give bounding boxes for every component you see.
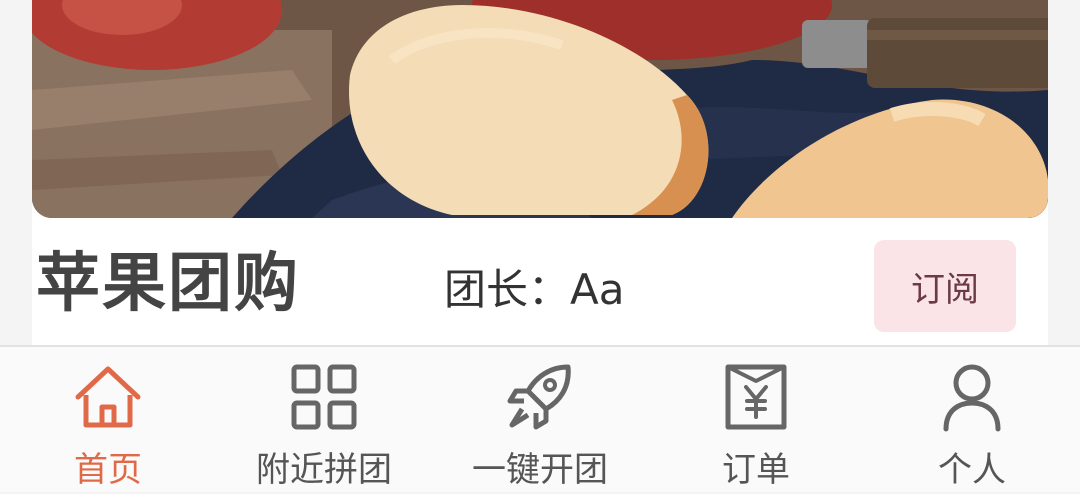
group-leader: 团长：Aa <box>444 265 625 314</box>
tab-orders[interactable]: 订单 <box>648 347 864 494</box>
group-title: 苹果团购 <box>36 247 300 321</box>
person-icon <box>943 364 1001 432</box>
tab-label: 附近拼团 <box>256 450 392 490</box>
tab-label: 首页 <box>74 450 142 490</box>
group-card: 苹果团购 团长：Aa 订阅 <box>32 0 1048 345</box>
subscribe-button[interactable]: 订阅 <box>874 240 1016 332</box>
grid-icon <box>291 364 357 430</box>
receipt-icon <box>725 364 787 430</box>
tab-nearby[interactable]: 附近拼团 <box>216 347 432 494</box>
tab-profile[interactable]: 个人 <box>864 347 1080 494</box>
bottom-tab-bar: 首页 附近拼团 一键开团 订单 个人 <box>0 345 1080 492</box>
tab-label: 一键开团 <box>472 450 608 490</box>
home-icon <box>75 366 141 428</box>
group-info: 苹果团购 团长：Aa 订阅 <box>32 218 1048 345</box>
tab-label: 个人 <box>938 450 1006 490</box>
tab-quick-start[interactable]: 一键开团 <box>432 347 648 494</box>
tab-label: 订单 <box>722 450 790 490</box>
apple-slices-photo <box>32 0 1048 218</box>
rocket-icon <box>507 364 571 430</box>
hero-image <box>32 0 1048 218</box>
tab-home[interactable]: 首页 <box>0 347 216 494</box>
